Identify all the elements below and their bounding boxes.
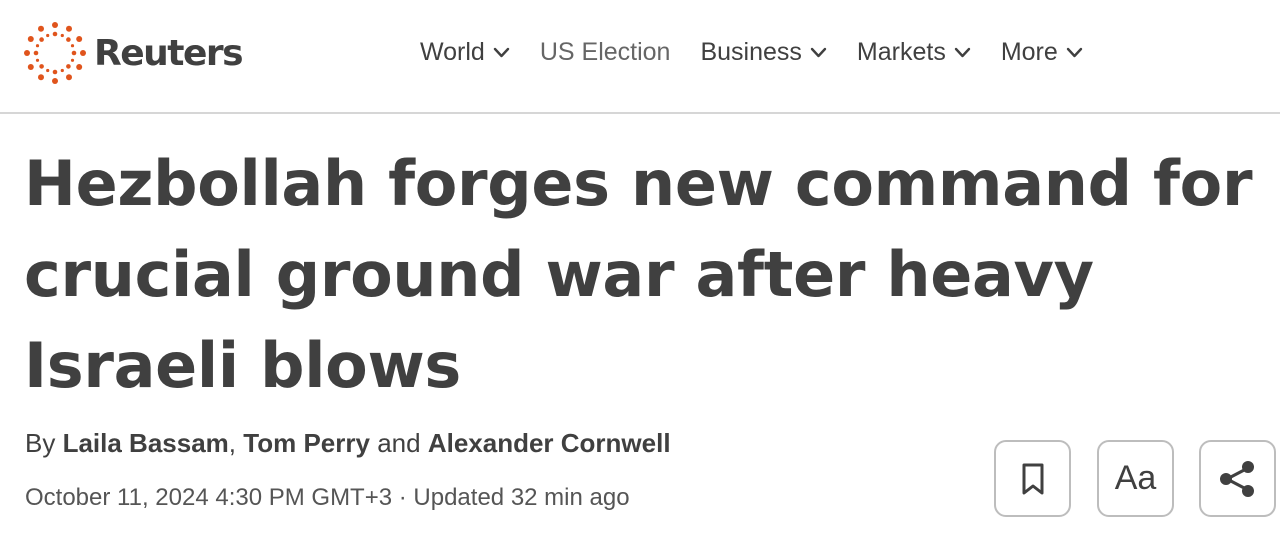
main-nav: World US Election Business Markets More xyxy=(420,38,1113,67)
text-size-label: Aa xyxy=(1114,459,1157,497)
nav-item-business[interactable]: Business xyxy=(700,38,827,67)
chevron-down-icon xyxy=(810,47,827,57)
chevron-down-icon xyxy=(493,47,510,57)
chevron-down-icon xyxy=(954,47,971,57)
nav-item-markets[interactable]: Markets xyxy=(857,38,971,67)
reuters-logo[interactable]: Reuters xyxy=(24,22,244,84)
chevron-down-icon xyxy=(1066,47,1082,57)
reuters-logo-icon xyxy=(24,22,86,84)
article-headline: Hezbollah forges new command for crucial… xyxy=(24,147,1253,402)
nav-item-us-election[interactable]: US Election xyxy=(540,38,671,67)
author-separator: , xyxy=(228,428,237,458)
share-button[interactable] xyxy=(1199,440,1276,517)
nav-item-label: Business xyxy=(700,38,802,66)
bookmark-button[interactable] xyxy=(994,440,1071,517)
nav-item-more[interactable]: More xyxy=(1001,38,1083,67)
publish-date: October 11, 2024 4:30 PM GMT+3 · Updated… xyxy=(25,484,630,511)
site-header: Reuters World US Election Business Marke… xyxy=(0,0,1280,114)
share-icon xyxy=(1219,460,1254,497)
nav-item-label: World xyxy=(420,38,485,66)
author-link[interactable]: Laila Bassam xyxy=(63,428,229,458)
byline: By Laila Bassam, Tom Perry and Alexander… xyxy=(25,428,671,459)
brand-name: Reuters xyxy=(94,32,244,74)
author-link[interactable]: Tom Perry xyxy=(243,428,370,458)
nav-item-label: More xyxy=(1000,38,1058,66)
author-conjunction: and xyxy=(377,428,421,458)
nav-item-label: Markets xyxy=(856,38,946,66)
text-size-button[interactable]: Aa xyxy=(1097,440,1174,517)
author-link[interactable]: Alexander Cornwell xyxy=(428,428,671,458)
nav-item-world[interactable]: World xyxy=(420,38,510,67)
byline-prefix: By xyxy=(25,428,56,458)
nav-item-label: US Election xyxy=(539,38,671,66)
bookmark-icon xyxy=(1022,463,1043,494)
